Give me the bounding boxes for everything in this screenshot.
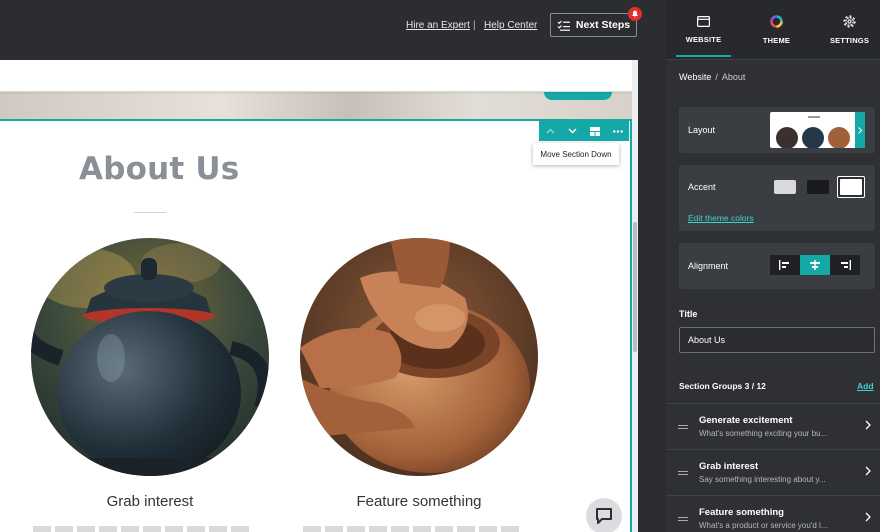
breadcrumb-root[interactable]: Website xyxy=(679,72,711,82)
move-section-down-tooltip: Move Section Down xyxy=(533,143,619,165)
title-divider xyxy=(134,212,166,213)
alignment-label: Alignment xyxy=(688,261,729,271)
tab-label: SETTINGS xyxy=(829,36,870,45)
breadcrumb-current: About xyxy=(721,72,746,82)
accent-swatch-dark[interactable] xyxy=(807,180,829,194)
item-caption[interactable]: Grab interest xyxy=(31,493,269,510)
gear-icon xyxy=(843,15,856,28)
align-left-icon xyxy=(779,260,789,270)
chat-button[interactable] xyxy=(586,498,622,532)
section-groups-label: Section Groups 3 / 12 xyxy=(679,381,766,391)
teapot-image[interactable] xyxy=(31,238,269,476)
canvas-scroll-thumb[interactable] xyxy=(633,222,637,352)
link-separator: | xyxy=(473,20,476,31)
accent-card: Accent Edit theme colors xyxy=(679,165,875,231)
hero-button[interactable] xyxy=(544,92,612,100)
move-section-down-icon[interactable] xyxy=(565,123,581,139)
checklist-icon xyxy=(557,20,570,31)
browser-window-icon xyxy=(697,16,710,27)
preview-address-bar xyxy=(0,60,632,92)
accent-swatch-light[interactable] xyxy=(774,180,796,194)
item-caption[interactable]: Feature something xyxy=(300,493,538,510)
drag-handle-icon[interactable] xyxy=(678,471,688,475)
align-center-icon xyxy=(810,260,820,270)
hire-expert-link[interactable]: Hire an Expert xyxy=(406,20,470,31)
group-title: Generate excitement xyxy=(699,415,793,426)
layout-card[interactable]: Layout xyxy=(679,107,875,153)
item-description-fragment xyxy=(303,526,523,532)
group-subtitle: Say something interesting about y... xyxy=(699,475,826,484)
more-options-icon[interactable] xyxy=(610,123,626,139)
breadcrumb-separator: / xyxy=(715,72,718,82)
chevron-right-icon xyxy=(865,420,871,430)
site-preview-canvas: Move Section Down About Us Grab interest… xyxy=(0,60,632,532)
breadcrumb: Website / About xyxy=(679,72,745,82)
next-steps-button[interactable]: Next Steps xyxy=(550,7,642,37)
edit-theme-colors-link[interactable]: Edit theme colors xyxy=(688,213,754,223)
panel-tabs: WEBSITE THEME SETTINGS xyxy=(666,0,880,60)
group-title: Feature something xyxy=(699,507,784,518)
tab-theme[interactable]: THEME xyxy=(741,0,812,60)
section-title[interactable]: About Us xyxy=(79,151,239,187)
align-center-button[interactable] xyxy=(800,255,830,275)
next-steps-label: Next Steps xyxy=(575,19,631,31)
tab-settings[interactable]: SETTINGS xyxy=(814,0,880,60)
group-title: Grab interest xyxy=(699,461,759,472)
tab-label: WEBSITE xyxy=(685,35,722,44)
align-left-button[interactable] xyxy=(770,255,800,275)
color-wheel-icon xyxy=(770,15,783,28)
title-input[interactable] xyxy=(679,327,875,353)
layout-preview-thumbnail[interactable] xyxy=(770,112,865,148)
tab-label: THEME xyxy=(762,36,791,45)
section-group-item[interactable]: Feature something What's a product or se… xyxy=(666,495,880,532)
move-section-up-icon[interactable] xyxy=(542,123,558,139)
pottery-image[interactable] xyxy=(300,238,538,476)
chevron-right-icon[interactable] xyxy=(855,112,865,148)
tab-website[interactable]: WEBSITE xyxy=(668,0,739,60)
chevron-right-icon xyxy=(865,512,871,522)
title-field-label: Title xyxy=(679,309,698,319)
alignment-control xyxy=(770,255,860,275)
add-group-link[interactable]: Add xyxy=(857,381,874,391)
align-right-button[interactable] xyxy=(830,255,860,275)
about-section[interactable]: Move Section Down About Us Grab interest… xyxy=(0,119,632,532)
help-center-link[interactable]: Help Center xyxy=(484,20,537,31)
accent-label: Accent xyxy=(688,182,716,192)
drag-handle-icon[interactable] xyxy=(678,517,688,521)
align-right-icon xyxy=(841,260,851,270)
layout-grid-icon[interactable] xyxy=(587,123,603,139)
chevron-right-icon xyxy=(865,466,871,476)
drag-handle-icon[interactable] xyxy=(678,425,688,429)
accent-swatch-white-selected[interactable] xyxy=(837,176,865,198)
section-group-item[interactable]: Generate excitement What's something exc… xyxy=(666,403,880,447)
notification-bell-icon xyxy=(628,7,642,21)
group-subtitle: What's something exciting your bu... xyxy=(699,429,828,438)
item-description-fragment xyxy=(33,526,253,532)
section-toolbar xyxy=(539,121,629,141)
layout-label: Layout xyxy=(688,125,716,135)
chat-bubble-icon xyxy=(596,508,612,524)
editor-panel: WEBSITE THEME SETTINGS Website / About Lay… xyxy=(666,0,880,532)
section-group-item[interactable]: Grab interest Say something interesting … xyxy=(666,449,880,493)
group-subtitle: What's a product or service you'd l... xyxy=(699,521,828,530)
top-bar: Hire an Expert | Help Center Next Steps xyxy=(0,0,666,60)
alignment-card: Alignment xyxy=(679,243,875,289)
hero-image-strip xyxy=(0,92,632,119)
